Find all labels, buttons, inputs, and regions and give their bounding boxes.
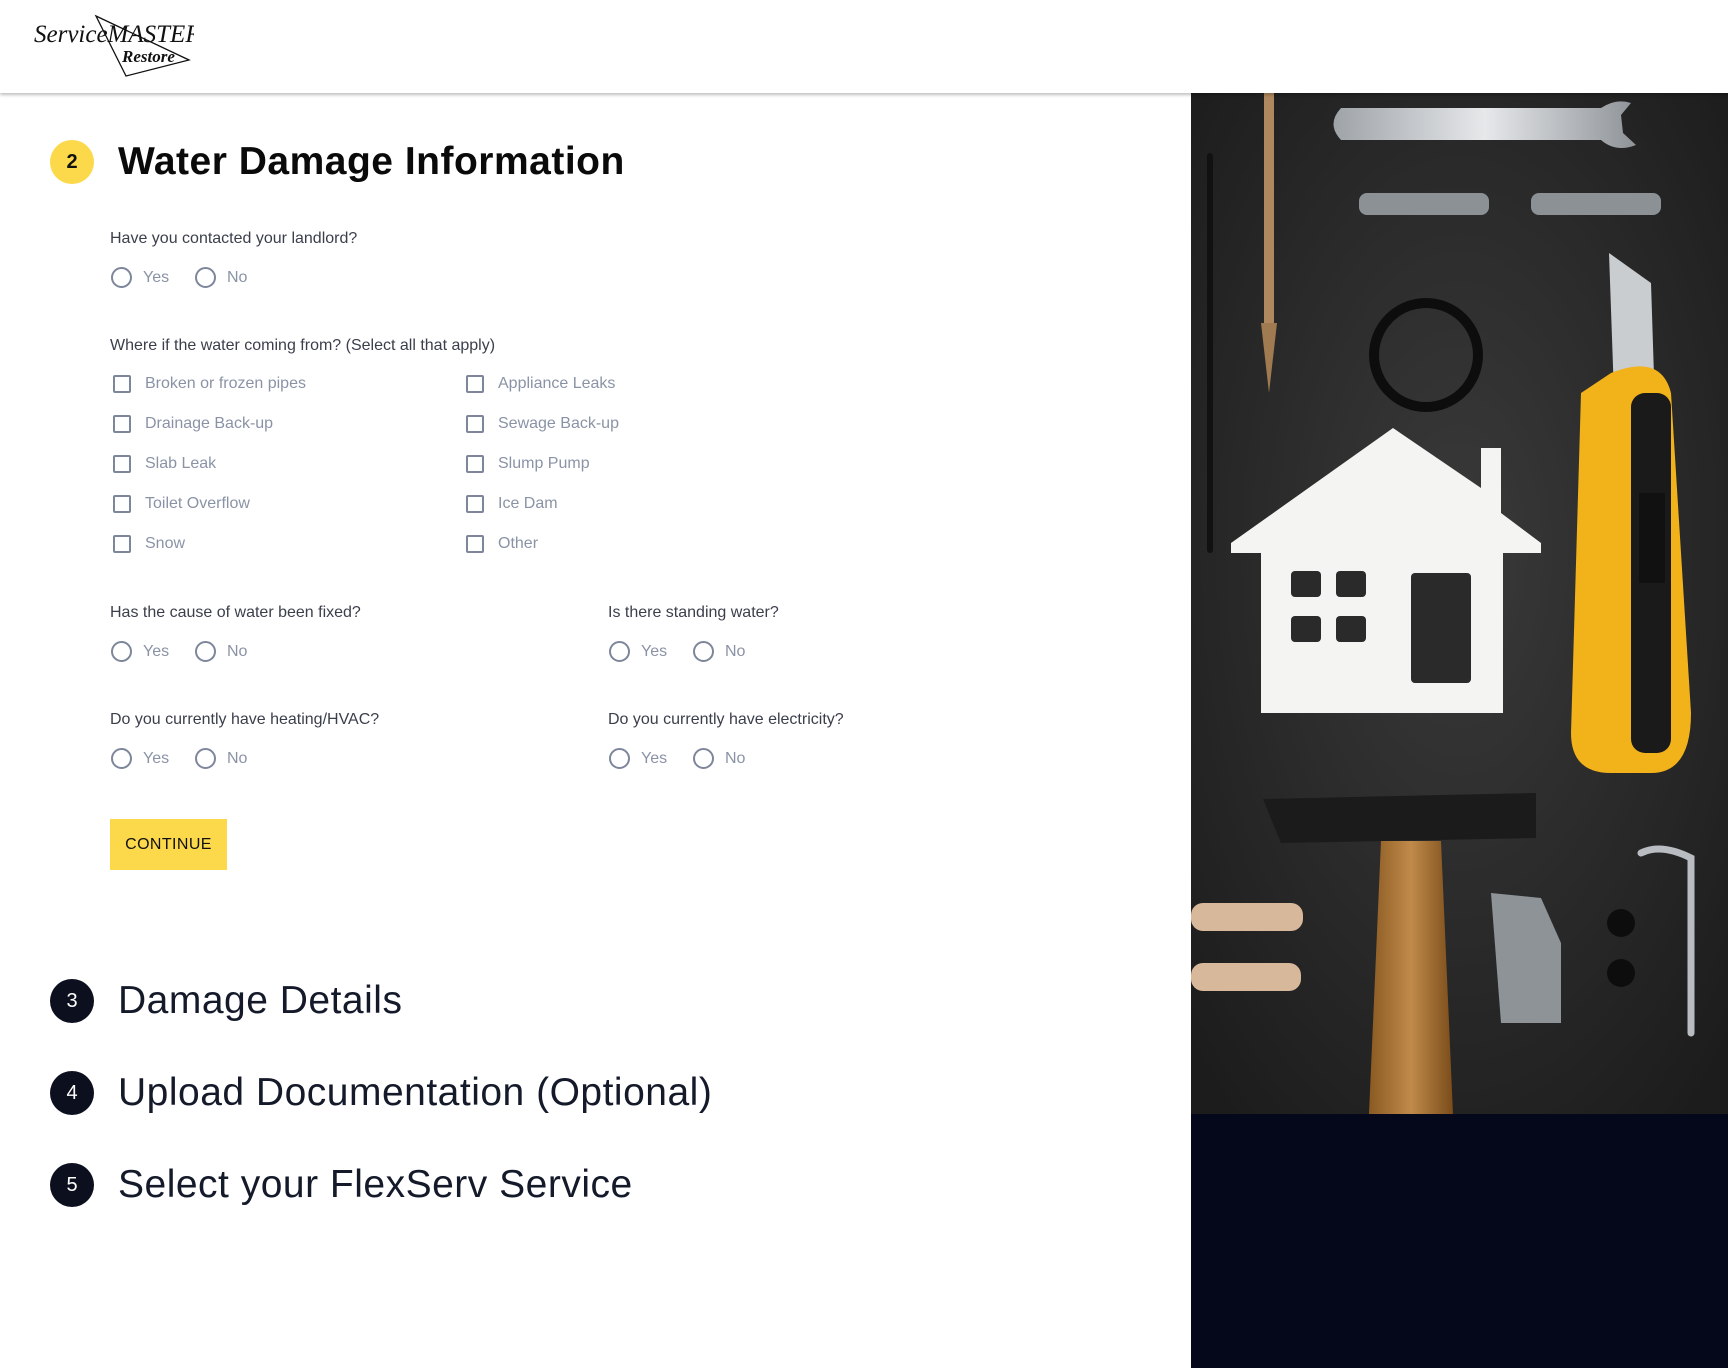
radio-label: No <box>227 268 248 286</box>
electricity-yes-radio[interactable]: Yes <box>609 748 667 769</box>
radio-circle-icon[interactable] <box>111 748 132 769</box>
step-title: Water Damage Information <box>118 140 625 183</box>
checkbox-label: Slump Pump <box>498 455 590 472</box>
radio-label: Yes <box>143 268 170 286</box>
checkbox-label: Slab Leak <box>145 455 217 472</box>
cause-fixed-no-radio[interactable]: No <box>195 641 247 662</box>
step-2-header: 2 Water Damage Information <box>50 140 625 184</box>
radio-label: Yes <box>641 749 668 767</box>
continue-button[interactable]: CONTINUE <box>110 819 227 870</box>
checkbox-icon[interactable] <box>466 415 484 433</box>
heating-question-label: Do you currently have heating/HVAC? <box>110 711 380 728</box>
checkbox-label: Other <box>498 535 539 552</box>
checkbox-toilet-overflow[interactable]: Toilet Overflow <box>113 495 250 513</box>
checkbox-slab-leak[interactable]: Slab Leak <box>113 455 216 473</box>
radio-circle-icon[interactable] <box>195 748 216 769</box>
heating-no-radio[interactable]: No <box>195 748 247 769</box>
radio-label: No <box>227 642 248 660</box>
step-title: Select your FlexServ Service <box>118 1163 633 1206</box>
checkbox-broken-pipes[interactable]: Broken or frozen pipes <box>113 375 306 393</box>
radio-label: No <box>227 749 248 767</box>
checkbox-icon[interactable] <box>466 495 484 513</box>
checkbox-label: Ice Dam <box>498 495 558 512</box>
checkbox-label: Drainage Back-up <box>145 415 274 432</box>
checkbox-sewage-backup[interactable]: Sewage Back-up <box>466 415 619 433</box>
step-number-badge: 5 <box>50 1163 94 1207</box>
standing-water-question-label: Is there standing water? <box>608 604 779 621</box>
radio-label: Yes <box>143 749 170 767</box>
step-title: Upload Documentation (Optional) <box>118 1071 713 1114</box>
servicemaster-restore-logo[interactable]: ServiceMASTER Restore <box>34 14 194 80</box>
radio-circle-icon[interactable] <box>195 267 216 288</box>
step-number-badge: 4 <box>50 1071 94 1115</box>
radio-circle-icon[interactable] <box>111 267 132 288</box>
cause-fixed-yes-radio[interactable]: Yes <box>111 641 169 662</box>
checkbox-icon[interactable] <box>113 375 131 393</box>
electricity-question-label: Do you currently have electricity? <box>608 711 844 728</box>
radio-circle-icon[interactable] <box>693 641 714 662</box>
tools-and-house-photo <box>1191 93 1728 1114</box>
checkbox-icon[interactable] <box>113 415 131 433</box>
checkbox-label: Broken or frozen pipes <box>145 375 306 392</box>
checkbox-drainage-backup[interactable]: Drainage Back-up <box>113 415 273 433</box>
checkbox-snow[interactable]: Snow <box>113 535 185 553</box>
step-title: Damage Details <box>118 979 403 1022</box>
step-3-header[interactable]: 3 Damage Details <box>50 979 402 1023</box>
checkbox-appliance-leaks[interactable]: Appliance Leaks <box>466 375 615 393</box>
site-header: ServiceMASTER Restore <box>0 0 1728 93</box>
checkbox-other[interactable]: Other <box>466 535 538 553</box>
step-number-badge: 2 <box>50 140 94 184</box>
logo-icon: ServiceMASTER Restore <box>34 14 194 77</box>
cause-fixed-question-label: Has the cause of water been fixed? <box>110 604 361 621</box>
radio-label: Yes <box>641 642 668 660</box>
checkbox-label: Appliance Leaks <box>498 375 616 392</box>
checkbox-label: Snow <box>145 535 186 552</box>
checkbox-ice-dam[interactable]: Ice Dam <box>466 495 558 513</box>
checkbox-icon[interactable] <box>113 495 131 513</box>
landlord-no-radio[interactable]: No <box>195 267 247 288</box>
form-main: 2 Water Damage Information Have you cont… <box>0 93 1191 1368</box>
step-5-header[interactable]: 5 Select your FlexServ Service <box>50 1163 633 1207</box>
checkbox-label: Toilet Overflow <box>145 495 250 512</box>
logo-main-text: ServiceMASTER <box>34 21 194 48</box>
checkbox-icon[interactable] <box>113 455 131 473</box>
water-source-question-label: Where if the water coming from? (Select … <box>110 337 496 354</box>
checkbox-icon[interactable] <box>466 535 484 553</box>
radio-label: No <box>725 749 746 767</box>
checkbox-icon[interactable] <box>113 535 131 553</box>
radio-circle-icon[interactable] <box>609 748 630 769</box>
radio-circle-icon[interactable] <box>111 641 132 662</box>
checkbox-icon[interactable] <box>466 455 484 473</box>
standing-water-yes-radio[interactable]: Yes <box>609 641 667 662</box>
checkbox-slump-pump[interactable]: Slump Pump <box>466 455 590 473</box>
heating-yes-radio[interactable]: Yes <box>111 748 169 769</box>
radio-circle-icon[interactable] <box>609 641 630 662</box>
checkbox-label: Sewage Back-up <box>498 415 619 432</box>
radio-label: No <box>725 642 746 660</box>
radio-circle-icon[interactable] <box>693 748 714 769</box>
radio-circle-icon[interactable] <box>195 641 216 662</box>
logo-sub-text: Restore <box>121 47 175 66</box>
tools-photo-illustration <box>1191 93 1728 1114</box>
landlord-question-label: Have you contacted your landlord? <box>110 230 358 247</box>
landlord-yes-radio[interactable]: Yes <box>111 267 169 288</box>
checkbox-icon[interactable] <box>466 375 484 393</box>
step-4-header[interactable]: 4 Upload Documentation (Optional) <box>50 1071 712 1115</box>
electricity-no-radio[interactable]: No <box>693 748 745 769</box>
standing-water-no-radio[interactable]: No <box>693 641 745 662</box>
step-number-badge: 3 <box>50 979 94 1023</box>
radio-label: Yes <box>143 642 170 660</box>
side-panel <box>1191 93 1728 1368</box>
